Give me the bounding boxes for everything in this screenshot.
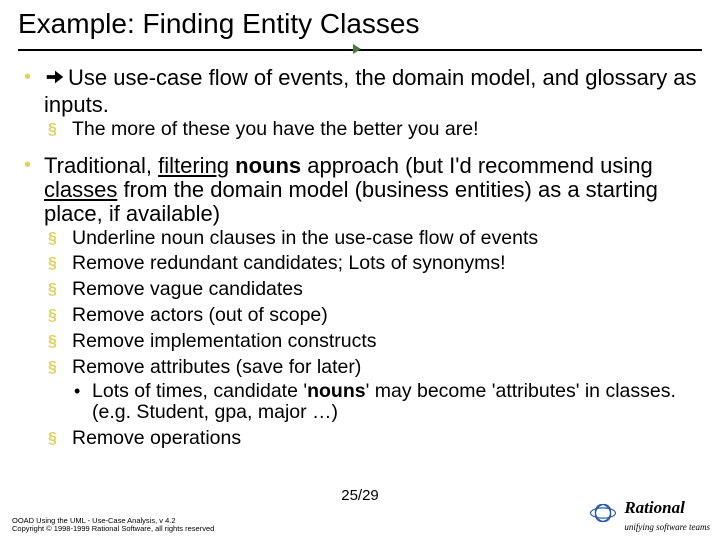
sub-2: Remove redundant candidates; Lots of syn… xyxy=(48,253,702,275)
bullet-2-underline-1: filtering xyxy=(158,153,229,178)
bullet-1: Use use-case flow of events, the domain … xyxy=(18,66,702,140)
arrow-right-icon xyxy=(44,66,66,93)
sub-1-text: Underline noun clauses in the use-case f… xyxy=(72,228,702,250)
page-number: 25/29 xyxy=(341,487,379,504)
sub-3-text: Remove vague candidates xyxy=(72,279,702,301)
title-underline xyxy=(18,46,702,56)
sub-6-sublist: Lots of times, candidate 'nouns' may bec… xyxy=(72,381,702,425)
sub-1: Underline noun clauses in the use-case f… xyxy=(48,228,702,250)
bullet-2-text: Traditional, filtering nouns approach (b… xyxy=(44,154,702,225)
s6b-bold: nouns xyxy=(307,380,366,402)
bullet-2-sublist: Underline noun clauses in the use-case f… xyxy=(48,228,702,450)
bullet-1-sublist: The more of these you have the better yo… xyxy=(48,119,702,141)
bullet-2-p4: from the domain model (business entities… xyxy=(44,177,658,226)
bullet-1-sub-1: The more of these you have the better yo… xyxy=(48,119,702,141)
bullet-2-underline-2: classes xyxy=(44,177,117,202)
bullet-1-text: Use use-case flow of events, the domain … xyxy=(44,66,702,117)
logo-brand: Rational xyxy=(624,498,710,518)
sub-2-text: Remove redundant candidates; Lots of syn… xyxy=(72,253,702,275)
sub-6: Remove attributes (save for later) Lots … xyxy=(48,357,702,424)
sub-7-text: Remove operations xyxy=(72,428,702,450)
footer-left: OOAD Using the UML - Use-Case Analysis, … xyxy=(12,517,214,534)
sub-6-text: Remove attributes (save for later) xyxy=(72,357,702,379)
bullet-2-p3: approach (but I'd recommend using xyxy=(301,153,653,178)
sub-5-text: Remove implementation constructs xyxy=(72,331,702,353)
s6b-p1: Lots of times, candidate ' xyxy=(92,380,307,402)
sub-7: Remove operations xyxy=(48,428,702,450)
bullet-2-bold-1: nouns xyxy=(235,153,301,178)
bullet-1-sub-1-text: The more of these you have the better yo… xyxy=(72,119,702,141)
arrowhead-icon xyxy=(353,44,361,54)
main-bullet-list: Use use-case flow of events, the domain … xyxy=(18,66,702,450)
bullet-2: Traditional, filtering nouns approach (b… xyxy=(18,154,702,450)
bullet-1-span: Use use-case flow of events, the domain … xyxy=(44,65,697,117)
slide-title: Example: Finding Entity Classes xyxy=(18,8,702,40)
sub-4-text: Remove actors (out of scope) xyxy=(72,305,702,327)
slide: Example: Finding Entity Classes Use use-… xyxy=(0,0,720,540)
sub-3: Remove vague candidates xyxy=(48,279,702,301)
sub-6-b-text: Lots of times, candidate 'nouns' may bec… xyxy=(92,381,702,425)
sub-6-b: Lots of times, candidate 'nouns' may bec… xyxy=(72,381,702,425)
sub-5: Remove implementation constructs xyxy=(48,331,702,353)
rational-logo: Rational unifying software teams xyxy=(588,498,710,532)
sub-4: Remove actors (out of scope) xyxy=(48,305,702,327)
bullet-2-p1: Traditional, xyxy=(44,153,158,178)
footer-line-2: Copyright © 1998-1999 Rational Software,… xyxy=(12,525,214,534)
rational-swirl-icon xyxy=(588,502,618,529)
logo-tagline: unifying software teams xyxy=(624,522,710,532)
